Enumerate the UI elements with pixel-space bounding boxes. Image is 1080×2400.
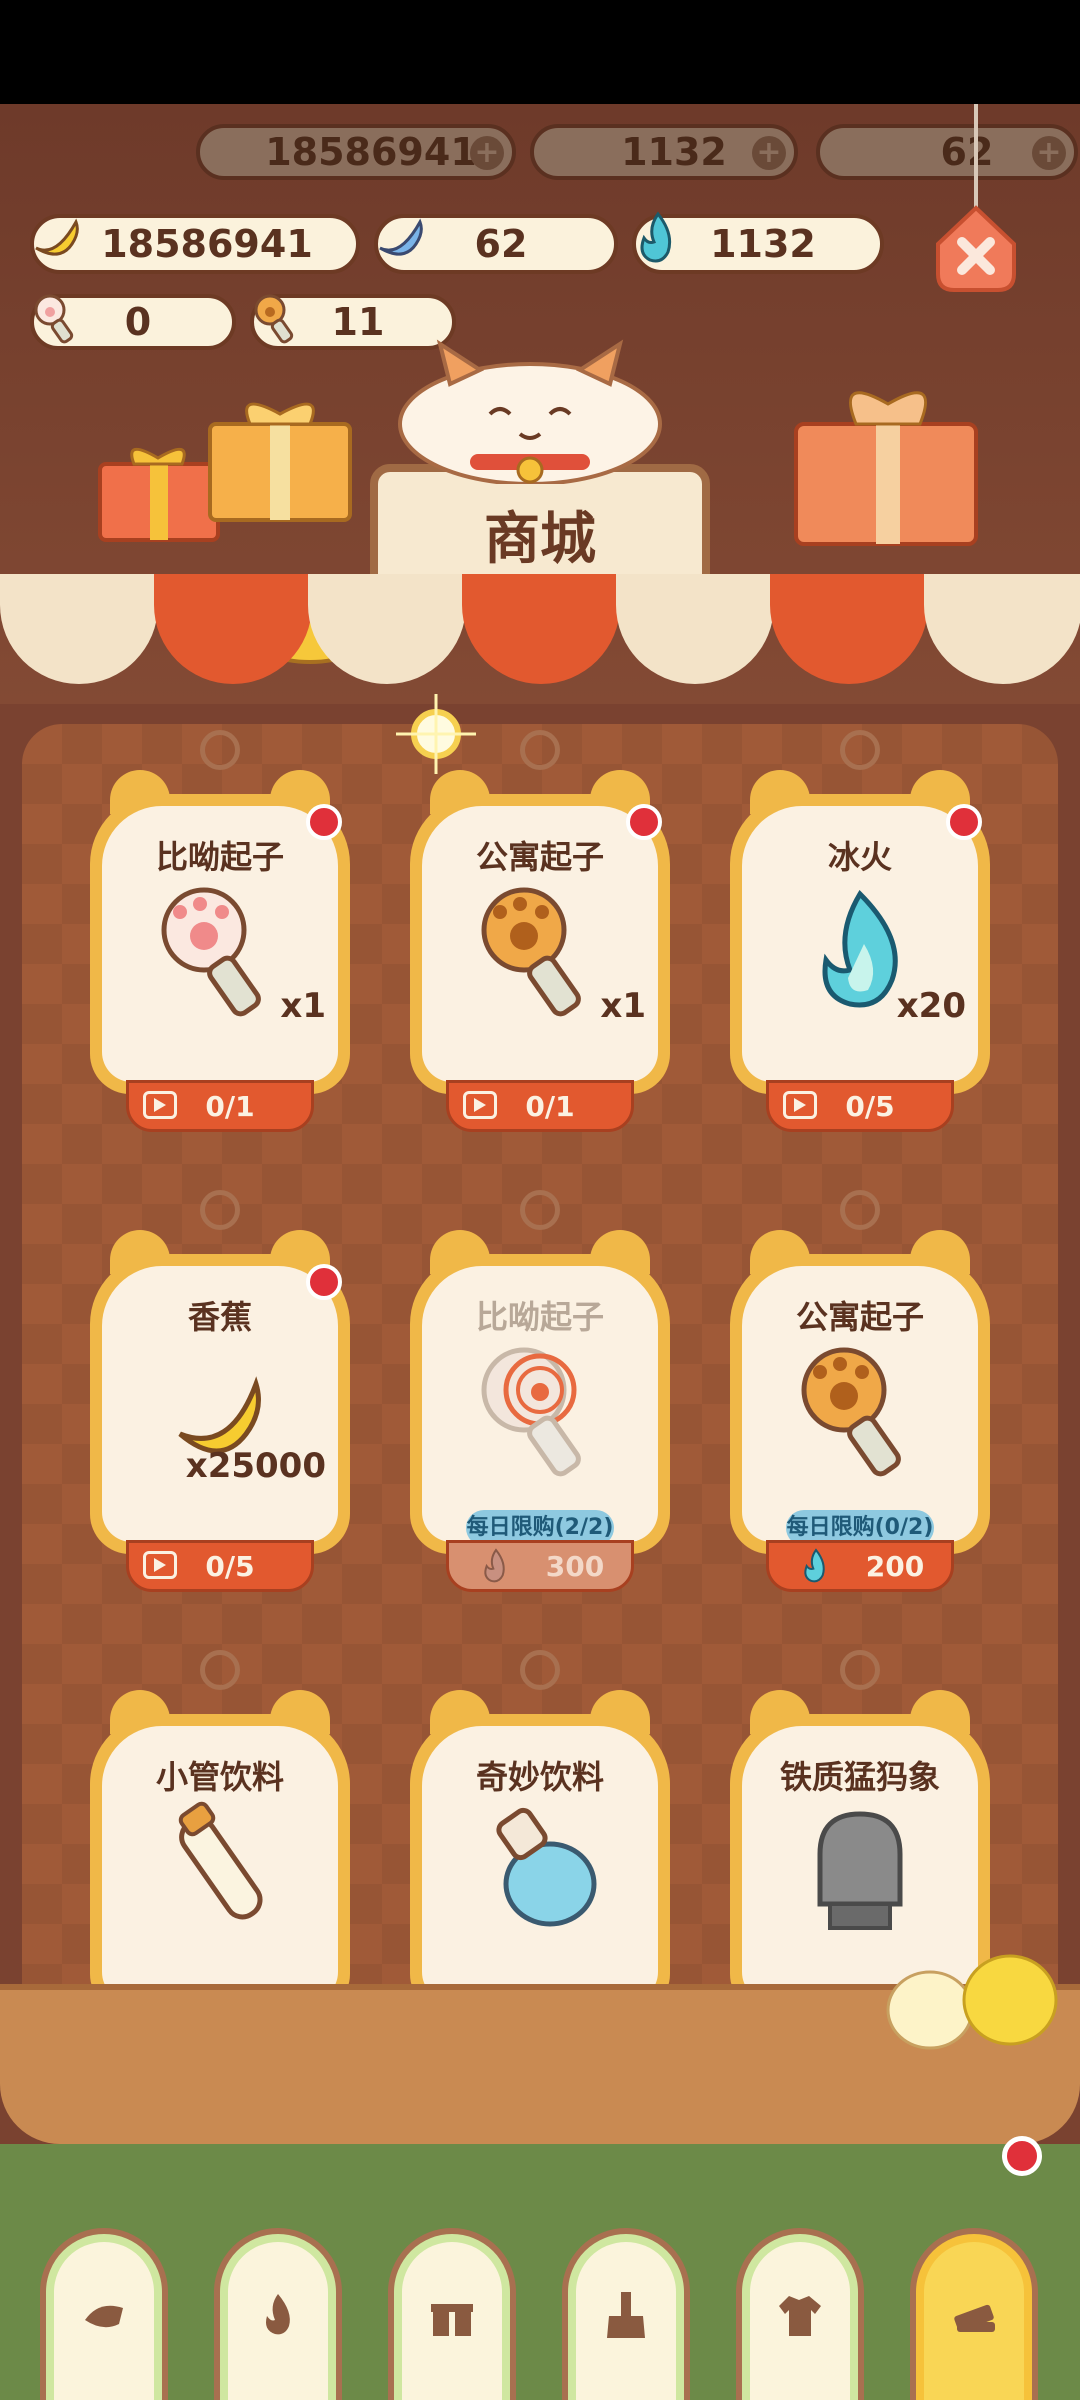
- nav-label: 礼包: [394, 2394, 510, 2400]
- item-title: 比呦起子: [475, 1298, 604, 1336]
- blue-flame-icon: [640, 211, 672, 263]
- nav-label: 钻石: [46, 2394, 162, 2400]
- nav-label: 住客: [742, 2394, 858, 2400]
- fire-balance-faded: 1132 +: [530, 124, 798, 180]
- shop-item-card[interactable]: 奇妙饮料: [410, 1650, 670, 2034]
- tv-ad-icon: [783, 1091, 817, 1119]
- fire-balance: 1132: [632, 211, 884, 274]
- notification-badge: [306, 1264, 342, 1300]
- nav-goods[interactable]: 杂货 ★: [910, 2228, 1038, 2400]
- tv-ad-icon: [143, 1091, 177, 1119]
- ad-progress-button[interactable]: 0/5: [766, 1080, 954, 1132]
- shirt-icon: [779, 2296, 821, 2336]
- nav-flame[interactable]: 火种 ★: [214, 2228, 342, 2400]
- nav-label: 装扮: [568, 2394, 684, 2400]
- brush-icon: [607, 2292, 645, 2338]
- flame-icon: [266, 2294, 290, 2335]
- blue-banana-icon: [379, 218, 423, 256]
- pink-paw-icon: [34, 294, 74, 344]
- gift-icon: [431, 2300, 473, 2336]
- shop-item-card[interactable]: 公寓起子 x1 0/1: [410, 730, 670, 1132]
- fire-icon: [484, 1548, 505, 1583]
- item-title: 比呦起子: [155, 838, 284, 876]
- orange-paw-icon: [254, 294, 294, 344]
- shop-item-card[interactable]: 比呦起子 x1 0/1: [90, 730, 350, 1132]
- orange-paw-icon: [481, 887, 581, 1017]
- blue-flame-icon: [804, 1548, 825, 1583]
- pink-paw-icon: [161, 887, 261, 1017]
- goods-icon: [954, 2304, 995, 2332]
- item-title: 小管饮料: [155, 1758, 284, 1796]
- shop-screen: 18586941 + 1132 + 62 + 18586941 62 1132 …: [0, 104, 1080, 2400]
- nav-gift[interactable]: 礼包 ★: [388, 2228, 516, 2400]
- sold-out-paw-icon: [481, 1347, 581, 1477]
- plus-icon: +: [752, 136, 786, 170]
- item-title: 冰火: [827, 838, 892, 876]
- nav-tenants[interactable]: 住客 ★: [736, 2228, 864, 2400]
- diamond-icon: [85, 2305, 123, 2328]
- shop-item-card[interactable]: 比呦起子 每日限购(2/2) 300: [410, 1190, 670, 1592]
- close-button[interactable]: [934, 104, 1018, 292]
- ad-progress-button[interactable]: 0/1: [126, 1080, 314, 1132]
- plus-icon: +: [1032, 136, 1066, 170]
- banana-icon: [35, 218, 79, 256]
- item-quantity: x25000: [185, 1446, 326, 1486]
- iron-mammoth-icon: [817, 1811, 903, 1930]
- chick-decoration: [886, 1954, 1058, 2050]
- item-title: 香蕉: [187, 1298, 252, 1336]
- tube-drink-icon: [178, 1801, 263, 1920]
- ad-progress-button[interactable]: 0/1: [446, 1080, 634, 1132]
- notification-badge: [626, 804, 662, 840]
- nav-dressup[interactable]: 装扮 ★: [562, 2228, 690, 2400]
- notification-badge: [1002, 2136, 1042, 2176]
- item-quantity: x20: [896, 986, 966, 1026]
- ice-balance-faded: 62 +: [816, 124, 1078, 180]
- tv-ad-icon: [143, 1551, 177, 1579]
- nav-label: 杂货: [916, 2394, 1032, 2400]
- orange-paw-icon: [801, 1347, 901, 1477]
- ice-balance: 62: [374, 214, 618, 274]
- item-quantity: x1: [280, 986, 326, 1026]
- gift-box-decoration: [794, 391, 978, 546]
- shop-item-card[interactable]: 冰火 x20 0/5: [730, 730, 990, 1132]
- banana-balance: 18586941: [30, 214, 360, 274]
- shop-item-card[interactable]: 香蕉 x25000 0/5: [90, 1190, 350, 1592]
- tv-ad-icon: [463, 1091, 497, 1119]
- shop-title: 商城: [484, 507, 596, 572]
- buy-button[interactable]: 200: [766, 1540, 954, 1592]
- notification-badge: [306, 804, 342, 840]
- close-icon: [936, 205, 1016, 292]
- shop-item-card[interactable]: 小管饮料: [90, 1650, 350, 2034]
- buy-button[interactable]: 300: [446, 1540, 634, 1592]
- notification-badge: [946, 804, 982, 840]
- plus-icon: +: [470, 136, 504, 170]
- shop-item-card[interactable]: 公寓起子 每日限购(0/2) 200: [730, 1190, 990, 1592]
- item-title: 铁质猛犸象: [779, 1758, 940, 1796]
- ad-progress-button[interactable]: 0/5: [126, 1540, 314, 1592]
- nav-diamond[interactable]: 钻石 ★: [40, 2228, 168, 2400]
- item-title: 公寓起子: [475, 838, 604, 876]
- bottle-drink-icon: [496, 1807, 597, 1927]
- banana-balance-faded: 18586941 +: [196, 124, 516, 180]
- item-quantity: x1: [600, 986, 646, 1026]
- item-title: 公寓起子: [795, 1298, 924, 1336]
- gift-box-decoration: [208, 402, 352, 522]
- item-title: 奇妙饮料: [475, 1758, 604, 1796]
- lucky-cat-icon: [398, 339, 662, 484]
- pink-paw-balance: 0: [30, 294, 236, 350]
- nav-label: 火种: [220, 2394, 336, 2400]
